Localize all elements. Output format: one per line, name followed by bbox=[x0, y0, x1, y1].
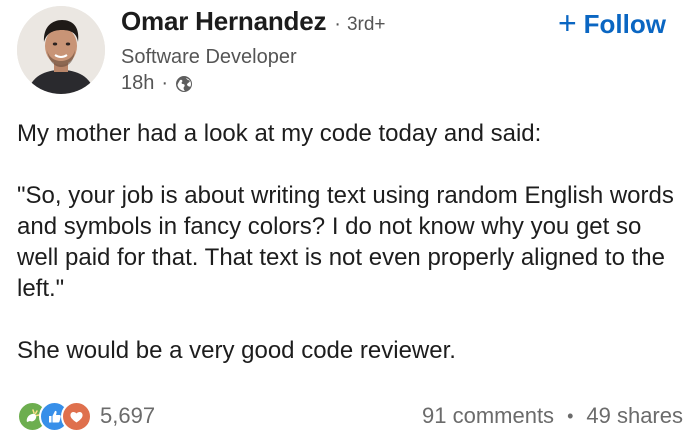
connection-degree: 3rd+ bbox=[346, 14, 386, 35]
follow-button[interactable]: + Follow bbox=[557, 5, 666, 41]
post-paragraph: My mother had a look at my code today an… bbox=[17, 120, 542, 147]
reaction-icons bbox=[17, 400, 92, 432]
author-headline: Software Developer bbox=[121, 46, 297, 68]
globe-icon bbox=[175, 75, 193, 93]
post-paragraph: She would be a very good code reviewer. bbox=[17, 337, 456, 364]
post-text: My mother had a look at my code today an… bbox=[17, 118, 683, 366]
shares-link[interactable]: 49 shares bbox=[586, 403, 683, 429]
author-name-row: Omar Hernandez · 3rd+ bbox=[121, 6, 530, 42]
post-paragraph: "So, your job is about writing text usin… bbox=[17, 182, 674, 302]
engagement-links: 91 comments • 49 shares bbox=[422, 403, 683, 429]
author-name[interactable]: Omar Hernandez bbox=[121, 6, 326, 37]
author-info: Omar Hernandez · 3rd+ Software Developer… bbox=[121, 6, 530, 95]
meta-separator: · bbox=[161, 72, 169, 94]
post-time: 18h bbox=[121, 72, 155, 94]
post-meta: 18h · bbox=[121, 72, 530, 95]
follow-label: Follow bbox=[583, 8, 666, 39]
plus-icon: + bbox=[557, 5, 577, 41]
reactions-summary[interactable]: 5,697 bbox=[17, 400, 156, 432]
reaction-count: 5,697 bbox=[100, 403, 156, 428]
comments-link[interactable]: 91 comments bbox=[422, 403, 554, 429]
social-counts: 5,697 91 comments • 49 shares bbox=[17, 398, 683, 434]
feed-post: Omar Hernandez · 3rd+ Software Developer… bbox=[0, 0, 700, 446]
avatar-image bbox=[17, 6, 105, 94]
love-icon bbox=[61, 400, 92, 432]
name-separator: · bbox=[334, 13, 341, 35]
engagement-separator: • bbox=[567, 405, 574, 426]
author-avatar[interactable] bbox=[17, 6, 105, 94]
